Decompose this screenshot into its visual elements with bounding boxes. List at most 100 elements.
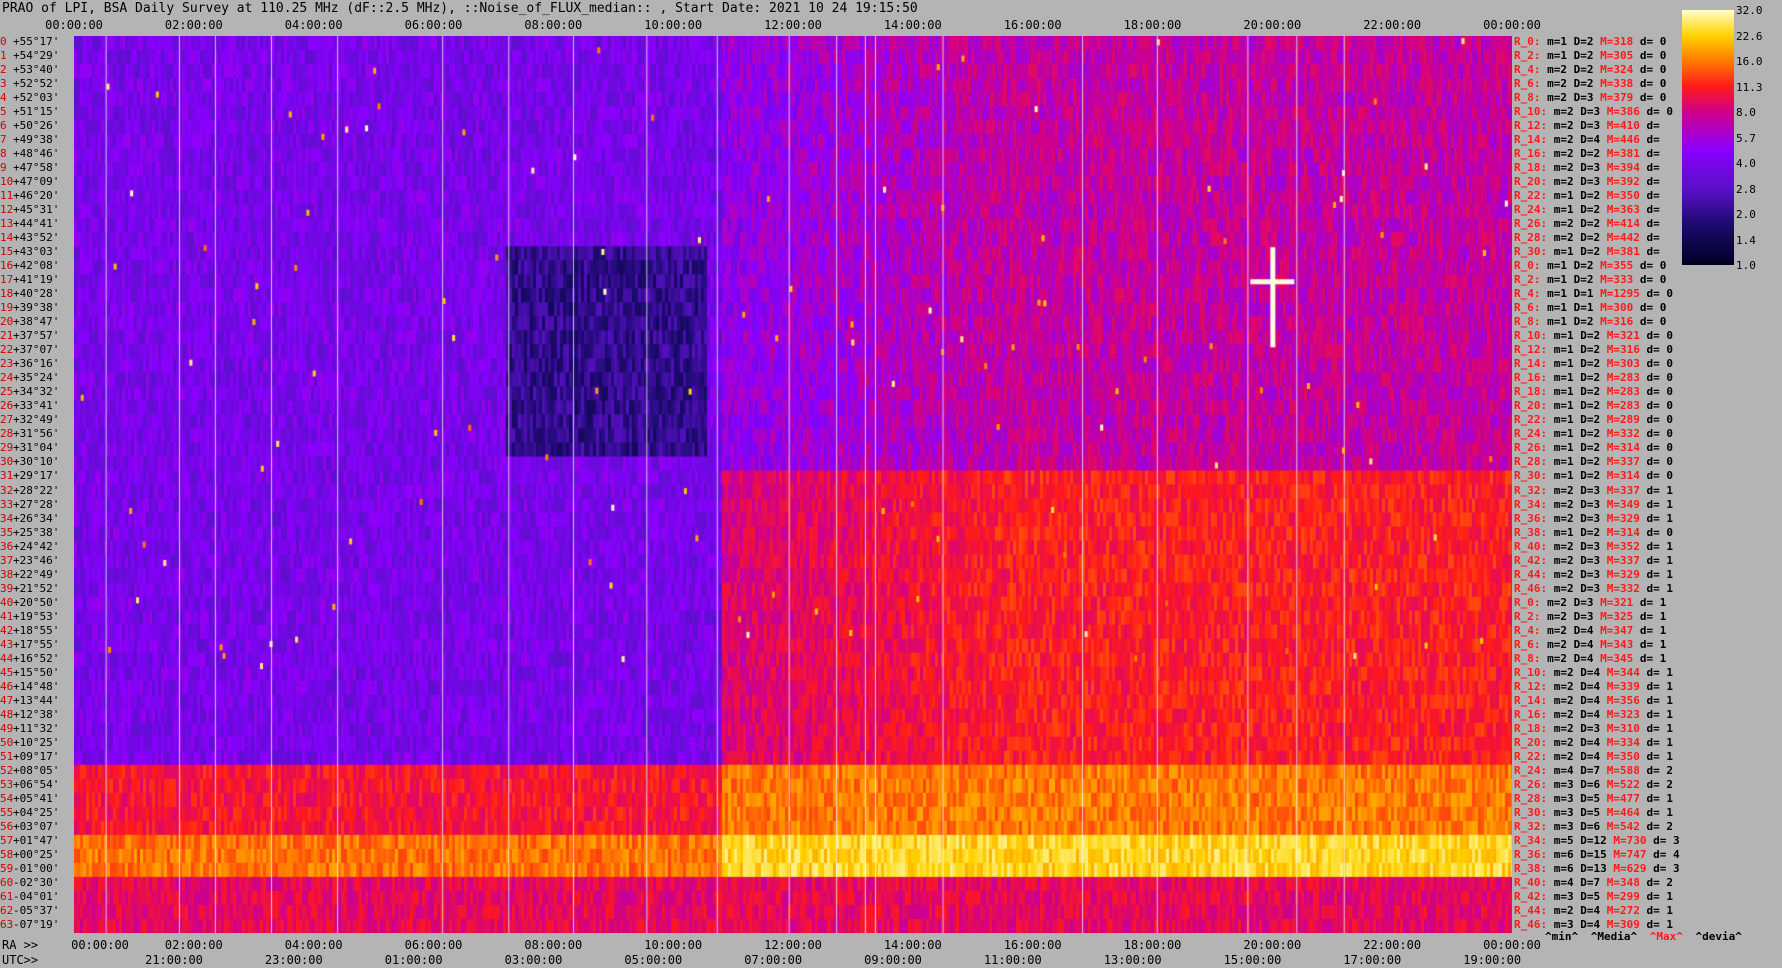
row-max: M=381	[1600, 245, 1640, 259]
colorbar-tick-label: 5.7	[1736, 131, 1756, 145]
row-devia: d= 1	[1639, 805, 1673, 819]
colorbar-tick-label: 2.8	[1736, 182, 1756, 196]
row-stat: R_44: m=2 D=4 M=272 d= 1	[1514, 904, 1673, 917]
row-stat: R_22: m=1 D=2 M=350 d=	[1514, 189, 1660, 202]
row-devia: d= 1	[1639, 693, 1673, 707]
row-max: M=316	[1600, 343, 1640, 357]
row-id: R_16:	[1514, 147, 1548, 161]
row-stat: R_14: m=2 D=4 M=446 d=	[1514, 133, 1660, 146]
row-stat: R_4: m=2 D=4 M=347 d= 1	[1514, 624, 1666, 637]
row-stat: R_36: m=2 D=3 M=329 d= 1	[1514, 512, 1673, 525]
row-index: 30	[0, 455, 14, 469]
row-max: M=283	[1600, 385, 1640, 399]
row-max: M=305	[1593, 49, 1634, 63]
declination-label: 50 +10°25'	[0, 736, 59, 749]
declination-value: +17°55'	[13, 637, 60, 651]
declination-label: 28 +31°56'	[0, 427, 59, 440]
row-media: D=3	[1573, 511, 1601, 525]
declination-label: 48 +12°38'	[0, 708, 59, 721]
row-max: M=337	[1600, 483, 1640, 497]
row-id: R_14:	[1514, 693, 1548, 707]
declination-label: 61 -04°01'	[0, 890, 59, 903]
row-stat: R_28: m=2 D=2 M=442 d=	[1514, 231, 1660, 244]
row-id: R_30:	[1514, 245, 1548, 259]
row-min: m=2	[1540, 623, 1567, 637]
row-index: 9	[0, 161, 7, 175]
row-min: m=2	[1547, 161, 1574, 175]
top-tick-label: 04:00:00	[284, 18, 343, 32]
row-id: R_24:	[1514, 427, 1548, 441]
row-id: R_38:	[1514, 861, 1548, 875]
utc-tick-label: 07:00:00	[744, 953, 803, 967]
row-devia: d=	[1639, 175, 1660, 189]
row-index: 1	[0, 49, 7, 63]
row-index: 46	[0, 679, 14, 693]
row-min: m=2	[1547, 217, 1574, 231]
declination-label: 12 +45°31'	[0, 203, 59, 216]
row-devia: d= 0	[1639, 441, 1673, 455]
row-id: R_4:	[1514, 63, 1541, 77]
declination-value: +13°44'	[13, 693, 60, 707]
row-id: R_6:	[1514, 637, 1541, 651]
row-min: m=1	[1547, 441, 1574, 455]
top-tick-label: 02:00:00	[164, 18, 223, 32]
declination-label: 23 +36°16'	[0, 357, 59, 370]
row-devia: d=	[1639, 231, 1660, 245]
row-min: m=2	[1547, 119, 1574, 133]
row-index: 59	[0, 861, 14, 875]
heatmap-canvas	[74, 36, 1512, 933]
row-stat: R_2: m=1 D=2 M=305 d= 0	[1514, 49, 1666, 62]
row-max: M=394	[1600, 161, 1640, 175]
row-max: M=542	[1600, 819, 1640, 833]
row-media: D=4	[1567, 623, 1594, 637]
row-devia: d= 1	[1639, 749, 1673, 763]
row-devia: d= 0	[1633, 273, 1667, 287]
declination-value: +15°50'	[13, 665, 60, 679]
row-max: M=316	[1593, 315, 1634, 329]
row-devia: d=	[1639, 119, 1660, 133]
row-media: D=2	[1573, 231, 1601, 245]
row-stat: R_42: m=2 D=3 M=337 d= 1	[1514, 554, 1673, 567]
row-stat: R_32: m=2 D=3 M=337 d= 1	[1514, 484, 1673, 497]
row-max: M=522	[1600, 777, 1640, 791]
row-index: 31	[0, 469, 14, 483]
declination-label: 54 +05°41'	[0, 792, 59, 805]
row-index: 39	[0, 581, 14, 595]
declination-value: +37°07'	[13, 343, 60, 357]
row-id: R_26:	[1514, 441, 1548, 455]
utc-tick-label: 11:00:00	[983, 953, 1042, 967]
row-max: M=329	[1600, 511, 1640, 525]
row-media: D=15	[1573, 847, 1607, 861]
declination-value: +22°49'	[13, 567, 60, 581]
row-stat: R_12: m=1 D=2 M=316 d= 0	[1514, 343, 1673, 356]
row-stat: R_18: m=1 D=2 M=283 d= 0	[1514, 385, 1673, 398]
row-media: D=5	[1573, 805, 1601, 819]
row-id: R_28:	[1514, 455, 1548, 469]
row-devia: d= 2	[1639, 875, 1673, 889]
row-max: M=283	[1600, 371, 1640, 385]
row-max: M=314	[1600, 525, 1640, 539]
row-id: R_26:	[1514, 777, 1548, 791]
row-stat: R_10: m=2 D=4 M=344 d= 1	[1514, 666, 1673, 679]
declination-value: +54°29'	[13, 49, 60, 63]
declination-value: +31°04'	[13, 441, 60, 455]
row-devia: d= 2	[1639, 819, 1673, 833]
row-min: m=2	[1547, 567, 1574, 581]
declination-label: 43 +17°55'	[0, 638, 59, 651]
row-max: M=629	[1606, 861, 1647, 875]
declination-value: +01°47'	[13, 833, 60, 847]
row-min: m=1	[1540, 259, 1567, 273]
declination-value: -02°30'	[13, 875, 60, 889]
row-devia: d=	[1639, 245, 1660, 259]
row-media: D=2	[1573, 343, 1601, 357]
row-min: m=2	[1547, 707, 1574, 721]
chart-title: PRAO of LPI, BSA Daily Survey at 110.25 …	[2, 1, 918, 16]
row-max: M=300	[1593, 301, 1634, 315]
row-devia: d=	[1639, 203, 1660, 217]
row-stat: R_24: m=4 D=7 M=588 d= 2	[1514, 764, 1673, 777]
declination-label: 11 +46°20'	[0, 189, 59, 202]
row-id: R_32:	[1514, 483, 1548, 497]
declination-label: 14 +43°52'	[0, 231, 59, 244]
row-index: 17	[0, 273, 14, 287]
row-max: M=352	[1600, 539, 1640, 553]
